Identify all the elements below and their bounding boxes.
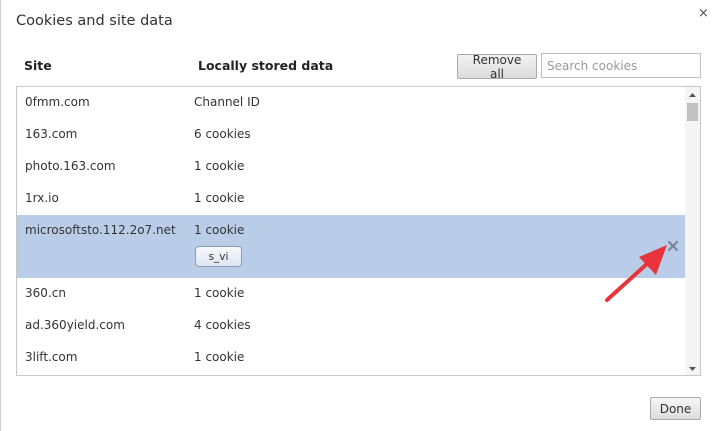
list-item[interactable]: 1rx.io 1 cookie <box>17 183 685 215</box>
stored-data-summary: Channel ID <box>194 95 260 109</box>
list-item-selected[interactable]: microsoftsto.112.2o7.net 1 cookie s_vi <box>17 215 685 278</box>
list-item[interactable]: 163.com 6 cookies <box>17 119 685 151</box>
site-name: 360.cn <box>25 286 66 300</box>
close-icon[interactable]: × <box>698 7 709 20</box>
list-item[interactable]: 3lift.com 1 cookie <box>17 342 685 374</box>
list-item[interactable]: photo.163.com 1 cookie <box>17 151 685 183</box>
scrollbar-thumb[interactable] <box>687 103 698 121</box>
column-header-site: Site <box>24 58 52 73</box>
remove-all-button[interactable]: Remove all <box>457 53 537 81</box>
site-name: microsoftsto.112.2o7.net <box>25 223 176 237</box>
list-item[interactable]: 360.cn 1 cookie <box>17 278 685 310</box>
site-name: 1rx.io <box>25 191 59 205</box>
site-name: 0fmm.com <box>25 95 90 109</box>
list-item[interactable]: 0fmm.com Channel ID <box>17 87 685 119</box>
cookie-site-list: 0fmm.com Channel ID 163.com 6 cookies ph… <box>16 86 701 376</box>
site-name: photo.163.com <box>25 159 116 173</box>
scroll-up-arrow-icon[interactable] <box>685 87 700 101</box>
site-name: ad.360yield.com <box>25 318 125 332</box>
stored-data-summary: 1 cookie <box>194 191 245 205</box>
stored-data-summary: 4 cookies <box>194 318 251 332</box>
scrollbar[interactable] <box>685 87 700 375</box>
column-header-locally-stored-data: Locally stored data <box>198 58 334 73</box>
stored-data-summary: 1 cookie <box>194 350 245 364</box>
remove-x-icon[interactable] <box>666 238 680 252</box>
cookie-chip[interactable]: s_vi <box>195 246 242 267</box>
dialog-title: Cookies and site data <box>16 13 173 29</box>
stored-data-summary: 1 cookie <box>194 159 245 173</box>
site-name: 3lift.com <box>25 350 78 364</box>
cookies-dialog: Cookies and site data × Site Locally sto… <box>0 0 717 431</box>
list-item[interactable]: ad.360yield.com 4 cookies <box>17 310 685 342</box>
done-button[interactable]: Done <box>650 397 701 420</box>
scroll-down-arrow-icon[interactable] <box>685 361 700 375</box>
stored-data-summary: 1 cookie <box>194 223 245 237</box>
search-cookies-input[interactable] <box>541 53 701 78</box>
site-name: 163.com <box>25 127 78 141</box>
stored-data-summary: 1 cookie <box>194 286 245 300</box>
stored-data-summary: 6 cookies <box>194 127 251 141</box>
